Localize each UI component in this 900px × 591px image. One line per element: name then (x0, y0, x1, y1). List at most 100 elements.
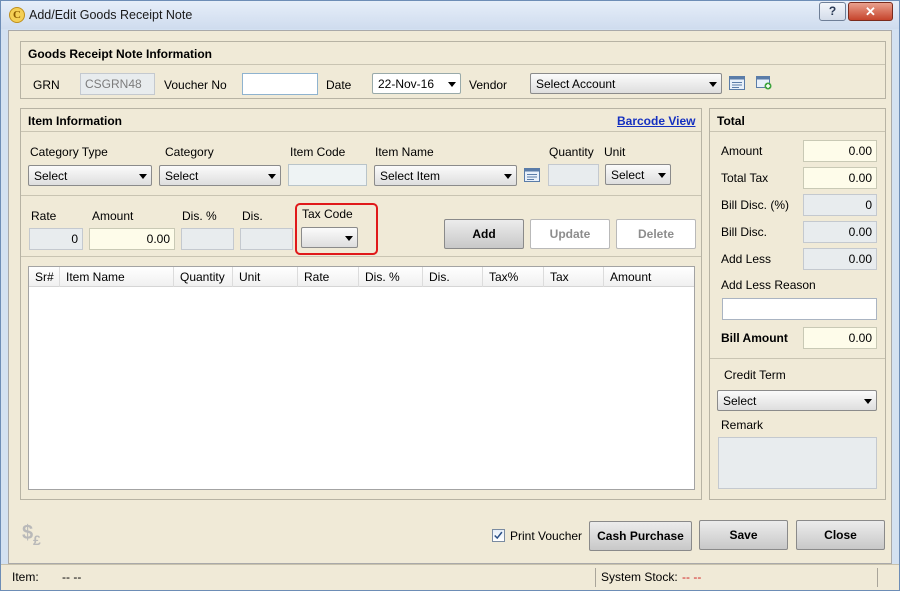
grid-col-dis-pct[interactable]: Dis. % (359, 267, 423, 287)
grid-col-unit[interactable]: Unit (233, 267, 298, 287)
item-list-icon[interactable] (524, 168, 540, 182)
grid-col-dis[interactable]: Dis. (423, 267, 483, 287)
status-item-value: -- -- (62, 570, 82, 584)
add-vendor-icon[interactable] (756, 76, 772, 90)
total-amount-field: 0.00 (803, 140, 877, 162)
svg-text:£: £ (33, 532, 41, 547)
total-amount-label: Amount (721, 144, 763, 158)
rate-label: Rate (31, 209, 57, 223)
item-name-value: Select Item (380, 169, 441, 183)
vendor-select[interactable]: Select Account (530, 73, 722, 94)
add-button[interactable]: Add (444, 219, 524, 249)
divider (21, 195, 701, 196)
currency-icon: $ £ (22, 522, 41, 547)
category-value: Select (165, 169, 199, 183)
item-name-label: Item Name (375, 145, 434, 159)
cash-purchase-button[interactable]: Cash Purchase (589, 521, 692, 551)
grn-info-title: Goods Receipt Note Information (21, 42, 885, 65)
divider (710, 358, 885, 359)
total-title: Total (710, 109, 885, 132)
grid-col-item-name[interactable]: Item Name (60, 267, 174, 287)
form-client-area: Goods Receipt Note Information GRN CSGRN… (8, 30, 892, 564)
remark-textarea[interactable] (718, 437, 877, 489)
update-button[interactable]: Update (530, 219, 610, 249)
add-less-reason-input[interactable] (722, 298, 877, 320)
unit-label: Unit (604, 145, 626, 159)
grid-header: Sr# Item Name Quantity Unit Rate Dis. % … (29, 267, 694, 287)
bill-disc-input[interactable]: 0.00 (803, 221, 877, 243)
grid-col-amount[interactable]: Amount (604, 267, 694, 287)
date-label: Date (326, 78, 352, 92)
remark-label: Remark (721, 418, 764, 432)
category-label: Category (165, 145, 214, 159)
grid-col-tax[interactable]: Tax (544, 267, 604, 287)
tax-code-highlight (295, 203, 378, 255)
unit-select[interactable]: Select (605, 164, 671, 185)
date-picker[interactable]: 22-Nov-16 (372, 73, 461, 94)
add-less-input[interactable]: 0.00 (803, 248, 877, 270)
print-voucher-checkbox[interactable] (492, 529, 505, 542)
barcode-view-link[interactable]: Barcode View (617, 114, 695, 128)
quantity-label: Quantity (549, 145, 594, 159)
vendor-list-icon[interactable] (729, 76, 745, 90)
item-code-label: Item Code (290, 145, 346, 159)
system-stock-value: -- -- (682, 570, 702, 584)
bill-disc-label: Bill Disc. (721, 225, 768, 239)
grid-col-tax-pct[interactable]: Tax% (483, 267, 544, 287)
divider (21, 256, 701, 257)
credit-term-label: Credit Term (724, 368, 786, 382)
status-bar: Item: -- -- System Stock: -- -- (1, 564, 899, 590)
item-info-title: Item Information (21, 109, 701, 132)
print-voucher-label: Print Voucher (510, 529, 583, 543)
item-code-input[interactable] (288, 164, 367, 186)
amount-input[interactable]: 0.00 (89, 228, 175, 250)
credit-term-select[interactable]: Select (717, 390, 877, 411)
amount-label: Amount (92, 209, 134, 223)
vendor-value: Select Account (536, 77, 616, 91)
add-less-reason-label: Add Less Reason (721, 278, 816, 292)
item-name-select[interactable]: Select Item (374, 165, 517, 186)
total-tax-label: Total Tax (721, 171, 769, 185)
window: C Add/Edit Goods Receipt Note ? ✕ Goods … (0, 0, 900, 591)
svg-text:$: $ (22, 522, 33, 544)
chevron-down-icon (268, 174, 276, 179)
chevron-down-icon (448, 82, 456, 87)
chevron-down-icon (658, 173, 666, 178)
status-separator (877, 568, 878, 587)
grn-field: CSGRN48 (80, 73, 155, 95)
grid-col-rate[interactable]: Rate (298, 267, 359, 287)
credit-term-value: Select (723, 394, 757, 408)
bill-disc-pct-input[interactable]: 0 (803, 194, 877, 216)
vendor-label: Vendor (469, 78, 508, 92)
dis-pct-label: Dis. % (182, 209, 217, 223)
category-type-label: Category Type (30, 145, 108, 159)
category-select[interactable]: Select (159, 165, 281, 186)
help-button[interactable]: ? (819, 2, 846, 21)
total-panel: Total Amount 0.00 Total Tax 0.00 Bill Di… (709, 108, 886, 500)
items-grid[interactable]: Sr# Item Name Quantity Unit Rate Dis. % … (28, 266, 695, 490)
checkmark-icon (494, 531, 503, 540)
voucher-no-label: Voucher No (164, 78, 227, 92)
rate-input[interactable]: 0 (29, 228, 83, 250)
chevron-down-icon (504, 174, 512, 179)
total-tax-field: 0.00 (803, 167, 877, 189)
grid-col-quantity[interactable]: Quantity (174, 267, 233, 287)
category-type-select[interactable]: Select (28, 165, 152, 186)
grn-info-panel: Goods Receipt Note Information GRN CSGRN… (20, 41, 886, 99)
category-type-value: Select (34, 169, 68, 183)
voucher-no-input[interactable] (242, 73, 318, 95)
unit-value: Select (611, 168, 645, 182)
grid-col-sr[interactable]: Sr# (29, 267, 60, 287)
dis-input[interactable] (240, 228, 293, 250)
delete-button[interactable]: Delete (616, 219, 696, 249)
bill-amount-label: Bill Amount (721, 331, 788, 345)
add-less-label: Add Less (721, 252, 772, 266)
window-close-button[interactable]: ✕ (848, 2, 893, 21)
dis-pct-input[interactable] (181, 228, 234, 250)
quantity-input[interactable] (548, 164, 599, 186)
dis-label: Dis. (242, 209, 263, 223)
save-button[interactable]: Save (699, 520, 788, 550)
close-button[interactable]: Close (796, 520, 885, 550)
status-separator (595, 568, 596, 587)
bill-amount-field: 0.00 (803, 327, 877, 349)
